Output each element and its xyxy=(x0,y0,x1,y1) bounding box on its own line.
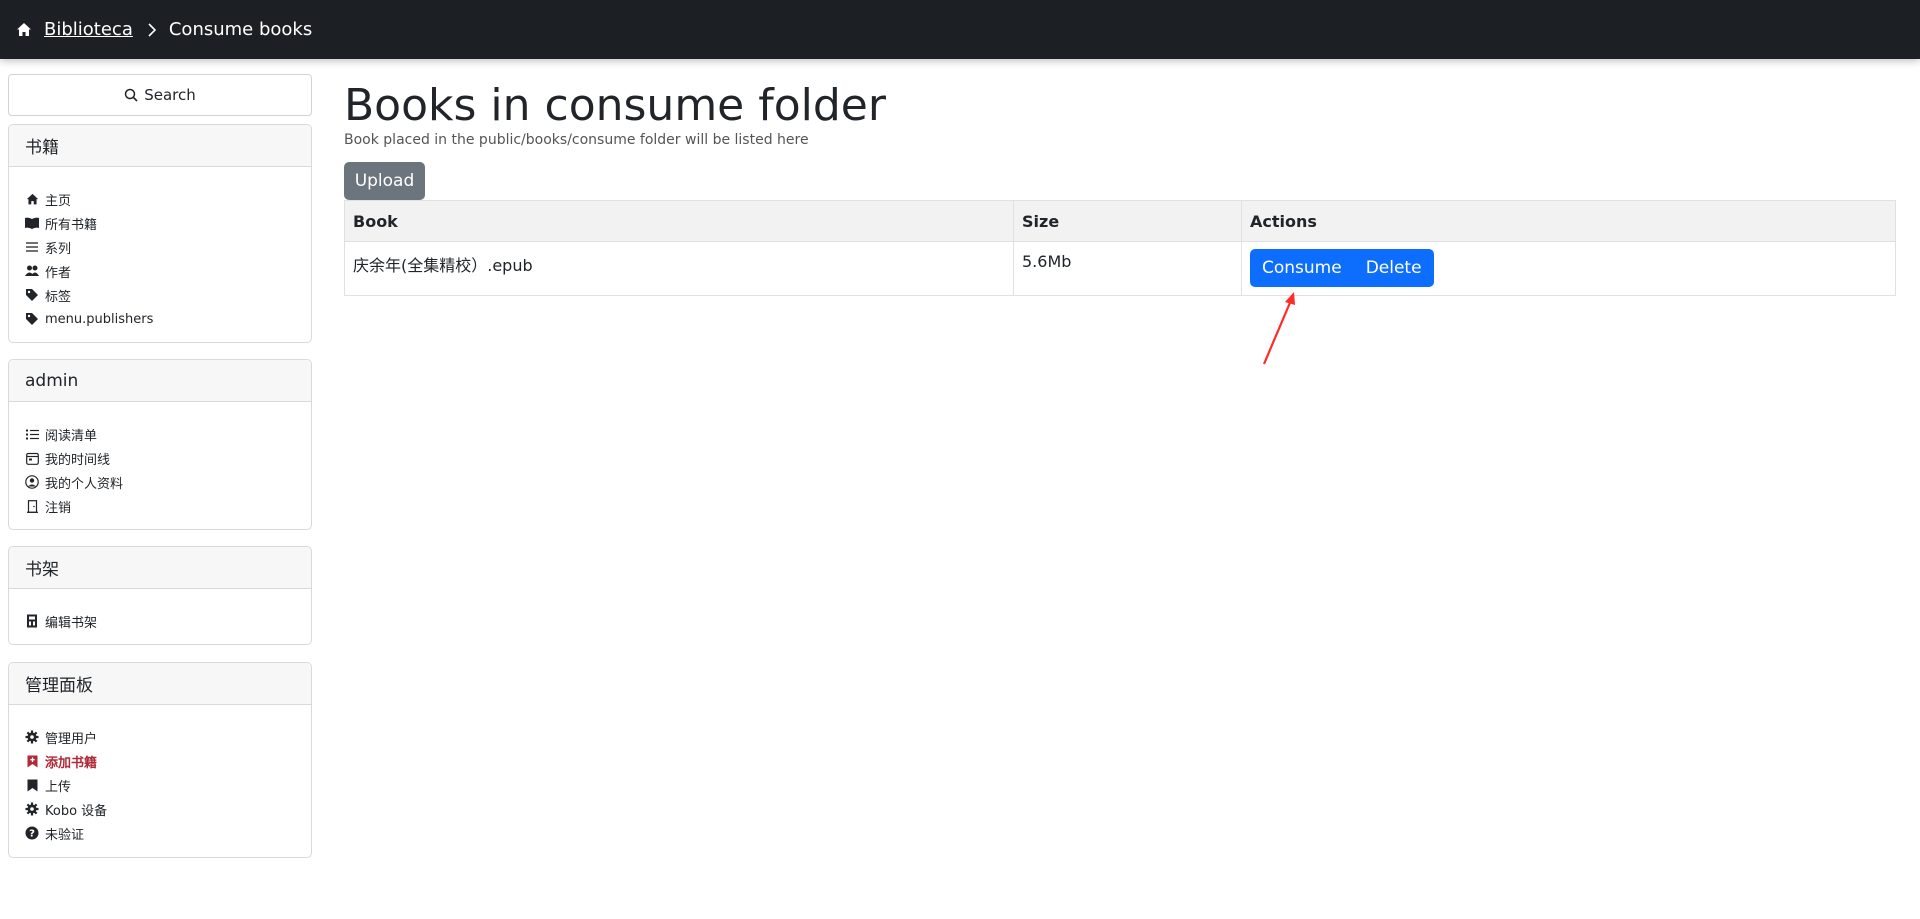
sidebar-item-home[interactable]: 主页 xyxy=(25,187,295,211)
delete-button[interactable]: Delete xyxy=(1353,249,1434,287)
sidebar-item-label: 标签 xyxy=(45,289,72,305)
section-admin: admin 阅读清单 我的时间线 我的个人资料 注销 xyxy=(8,359,312,530)
gear-icon xyxy=(25,802,39,816)
section-title: 书架 xyxy=(9,547,311,589)
question-icon: ? xyxy=(25,826,39,840)
home-icon xyxy=(25,192,39,206)
sidebar-item-label: 编辑书架 xyxy=(45,615,98,631)
sidebar-item-label: 上传 xyxy=(45,779,72,795)
actions-button-group: Consume Delete xyxy=(1250,249,1434,287)
gear-icon xyxy=(25,730,39,744)
users-icon xyxy=(25,264,39,278)
main-content: Books in consume folder Book placed in t… xyxy=(344,80,1896,296)
sidebar-item-all-books[interactable]: 所有书籍 xyxy=(25,211,295,235)
book-open-icon xyxy=(25,216,39,230)
sidebar-item-label: menu.publishers xyxy=(45,311,154,327)
annotation-arrow-icon xyxy=(1262,292,1295,365)
page-title: Books in consume folder xyxy=(344,80,886,131)
book-size-cell: 5.6Mb xyxy=(1013,241,1242,296)
section-title: 书籍 xyxy=(9,125,311,167)
search-button[interactable]: Search xyxy=(8,74,312,116)
sidebar-item-label: 阅读清单 xyxy=(45,428,98,444)
sidebar-item-label: 我的时间线 xyxy=(45,452,111,468)
section-title: admin xyxy=(9,360,311,402)
sidebar-item-label: 主页 xyxy=(45,193,72,209)
column-header-size: Size xyxy=(1013,200,1242,242)
table-header-row: Book Size Actions xyxy=(344,200,1896,242)
sidebar-item-label: 我的个人资料 xyxy=(45,476,124,492)
sidebar: Search 书籍 主页 所有书籍 系列 作者 标签 menu.publishe… xyxy=(8,74,312,858)
sidebar-item-label: 系列 xyxy=(45,241,72,257)
breadcrumb-current: Consume books xyxy=(168,19,313,40)
column-header-actions: Actions xyxy=(1241,200,1896,242)
bookmark-icon xyxy=(25,778,39,792)
sidebar-item-label: 作者 xyxy=(45,265,72,281)
svg-text:?: ? xyxy=(29,829,35,840)
sidebar-item-logout[interactable]: 注销 xyxy=(25,494,295,518)
user-circle-icon xyxy=(25,475,39,489)
section-admin-panel: 管理面板 管理用户 添加书籍 上传 Kobo 设备 ? 未验证 xyxy=(8,662,312,858)
tags-icon xyxy=(25,288,39,302)
bookshelf-icon xyxy=(25,614,39,628)
table-row: 庆余年(全集精校）.epub 5.6Mb Consume Delete xyxy=(344,241,1896,296)
sidebar-item-publishers[interactable]: menu.publishers xyxy=(25,307,295,331)
sidebar-item-timeline[interactable]: 我的时间线 xyxy=(25,446,295,470)
sidebar-item-add-books[interactable]: 添加书籍 xyxy=(25,749,295,773)
home-icon[interactable] xyxy=(16,22,32,38)
consume-button[interactable]: Consume xyxy=(1250,249,1354,287)
sidebar-item-tags[interactable]: 标签 xyxy=(25,283,295,307)
sidebar-item-authors[interactable]: 作者 xyxy=(25,259,295,283)
page-subtitle: Book placed in the public/books/consume … xyxy=(344,132,809,148)
breadcrumb-brand-link[interactable]: Biblioteca xyxy=(44,19,133,40)
section-books: 书籍 主页 所有书籍 系列 作者 标签 menu.publishers xyxy=(8,124,312,343)
sidebar-item-kobo[interactable]: Kobo 设备 xyxy=(25,797,295,821)
sidebar-item-label: 注销 xyxy=(45,500,72,516)
list-check-icon xyxy=(25,427,39,441)
sidebar-item-edit-shelves[interactable]: 编辑书架 xyxy=(25,609,295,633)
sidebar-item-manage-users[interactable]: 管理用户 xyxy=(25,725,295,749)
chevron-right-icon xyxy=(147,22,157,37)
sidebar-item-label: 未验证 xyxy=(45,827,85,843)
sidebar-item-series[interactable]: 系列 xyxy=(25,235,295,259)
search-icon xyxy=(124,88,138,102)
actions-cell: Consume Delete xyxy=(1241,241,1896,296)
sidebar-item-label: 所有书籍 xyxy=(45,217,98,233)
sidebar-item-label: Kobo 设备 xyxy=(45,803,108,819)
bookmark-plus-icon xyxy=(25,754,39,768)
book-name-cell: 庆余年(全集精校）.epub xyxy=(344,241,1014,296)
sidebar-item-upload[interactable]: 上传 xyxy=(25,773,295,797)
sidebar-item-label: 添加书籍 xyxy=(45,755,98,771)
upload-button[interactable]: Upload xyxy=(344,162,425,200)
section-title: 管理面板 xyxy=(9,663,311,705)
door-icon xyxy=(25,499,39,513)
sidebar-item-profile[interactable]: 我的个人资料 xyxy=(25,470,295,494)
list-icon xyxy=(25,240,39,254)
calendar-icon xyxy=(25,451,39,465)
sidebar-item-label: 管理用户 xyxy=(45,731,98,747)
consume-books-table: Book Size Actions 庆余年(全集精校）.epub 5.6Mb C… xyxy=(344,200,1896,296)
search-label: Search xyxy=(144,86,196,104)
section-shelves: 书架 编辑书架 xyxy=(8,546,312,645)
top-navbar: Biblioteca Consume books xyxy=(0,0,1920,59)
sidebar-item-reading-list[interactable]: 阅读清单 xyxy=(25,422,295,446)
tag-icon xyxy=(25,312,39,326)
column-header-book: Book xyxy=(344,200,1014,242)
sidebar-item-unverified[interactable]: ? 未验证 xyxy=(25,821,295,845)
